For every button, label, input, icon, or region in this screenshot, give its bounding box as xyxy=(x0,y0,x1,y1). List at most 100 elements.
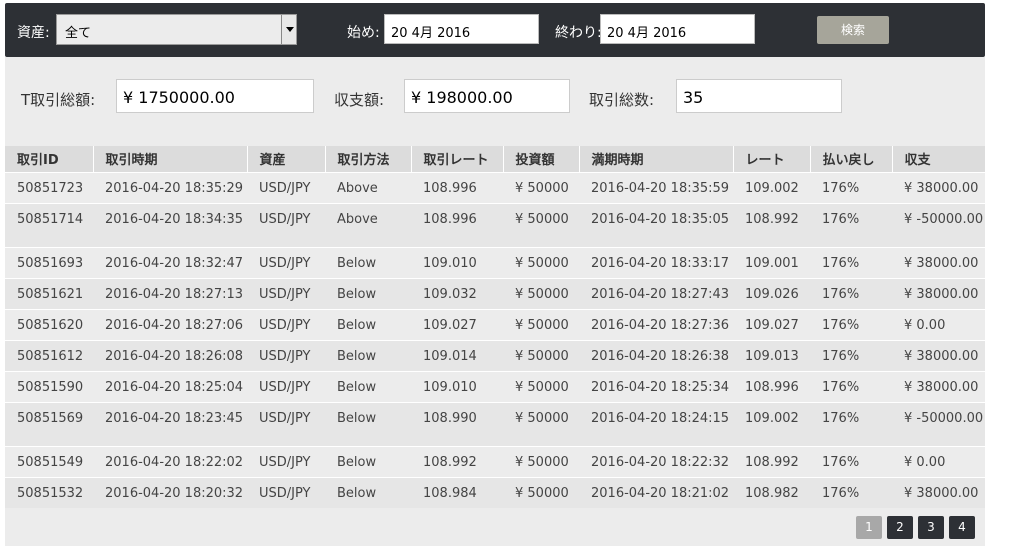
table-cell: USD/JPY xyxy=(247,246,325,278)
table-cell: ¥ 50000 xyxy=(503,401,579,446)
table-cell: 109.001 xyxy=(733,246,810,278)
table-cell: 176% xyxy=(810,445,892,477)
table-cell: USD/JPY xyxy=(247,308,325,340)
table-cell: ¥ 38000.00 xyxy=(892,246,985,278)
table-row: 50851723 2016-04-20 18:35:29 USD/JPY Above 1… xyxy=(5,171,985,203)
trade-history-table: 取引ID 取引時期 資産 取引方法 取引レート 投資額 満期時期 レート 払い戻し 収支 5085… xyxy=(5,146,985,508)
asset-select[interactable]: 全て xyxy=(56,14,297,45)
table-cell: Below xyxy=(325,339,411,371)
table-cell: 176% xyxy=(810,370,892,402)
table-cell: Above xyxy=(325,202,411,247)
table-cell: ¥ 50000 xyxy=(503,171,579,203)
column-header[interactable]: レート xyxy=(733,146,811,172)
table-cell: 108.992 xyxy=(411,445,503,477)
page-button-4[interactable]: 4 xyxy=(949,516,975,539)
table-cell: 2016-04-20 18:26:38 xyxy=(579,339,733,371)
table-cell: ¥ -50000.00 xyxy=(892,202,985,247)
column-header[interactable]: 満期時期 xyxy=(579,146,734,172)
table-cell: 176% xyxy=(810,202,892,247)
table-cell: 2016-04-20 18:26:08 xyxy=(93,339,247,371)
balance-label: 収支額: xyxy=(334,91,385,109)
filter-bar: 資産: 全て 始め: 20 4月 2016 終わり: 20 4月 2016 検索 xyxy=(5,3,985,57)
asset-select-value: 全て xyxy=(65,26,92,41)
table-cell: 2016-04-20 18:27:06 xyxy=(93,308,247,340)
column-header[interactable]: 収支 xyxy=(892,146,985,172)
table-cell: ¥ 0.00 xyxy=(892,445,985,477)
table-cell: Below xyxy=(325,476,411,508)
table-row: 50851549 2016-04-20 18:22:02 USD/JPY Below 1… xyxy=(5,445,985,477)
table-cell: 109.027 xyxy=(733,308,810,340)
summary-panel: T取引総額: ¥ 1750000.00 収支額: ¥ 198000.00 取引総… xyxy=(5,57,985,146)
asset-label: 資産: xyxy=(17,25,50,41)
end-date-input[interactable]: 20 4月 2016 xyxy=(600,14,755,44)
table-cell: 109.014 xyxy=(411,339,503,371)
table-cell: 2016-04-20 18:34:35 xyxy=(93,202,247,247)
table-cell: USD/JPY xyxy=(247,445,325,477)
table-cell: 109.002 xyxy=(733,171,810,203)
table-cell: 176% xyxy=(810,476,892,508)
table-cell: 2016-04-20 18:35:05 xyxy=(579,202,733,247)
table-cell: 2016-04-20 18:22:02 xyxy=(93,445,247,477)
trade-history-table-container: 取引ID 取引時期 資産 取引方法 取引レート 投資額 満期時期 レート 払い戻し 収支 5085… xyxy=(5,146,985,546)
total-amount-field[interactable]: ¥ 1750000.00 xyxy=(116,79,314,113)
page-button-3[interactable]: 3 xyxy=(918,516,944,539)
table-row: 50851621 2016-04-20 18:27:13 USD/JPY Below 1… xyxy=(5,277,985,309)
page-button-1[interactable]: 1 xyxy=(856,516,882,539)
table-cell: 109.010 xyxy=(411,246,503,278)
table-cell: 50851549 xyxy=(5,445,93,477)
column-header[interactable]: 資産 xyxy=(247,146,326,172)
trade-count-field[interactable]: 35 xyxy=(676,79,842,113)
table-cell: 108.990 xyxy=(411,401,503,446)
table-cell: USD/JPY xyxy=(247,202,325,247)
table-cell: ¥ 38000.00 xyxy=(892,370,985,402)
search-button[interactable]: 検索 xyxy=(817,16,889,44)
column-header[interactable]: 投資額 xyxy=(503,146,580,172)
table-cell: 176% xyxy=(810,171,892,203)
table-cell: USD/JPY xyxy=(247,339,325,371)
table-cell: USD/JPY xyxy=(247,476,325,508)
table-cell: 108.996 xyxy=(411,202,503,247)
table-cell: 2016-04-20 18:20:32 xyxy=(93,476,247,508)
column-header[interactable]: 取引ID xyxy=(5,146,94,172)
table-cell: ¥ 38000.00 xyxy=(892,476,985,508)
table-cell: 2016-04-20 18:23:45 xyxy=(93,401,247,446)
table-cell: 50851693 xyxy=(5,246,93,278)
table-cell: 2016-04-20 18:22:32 xyxy=(579,445,733,477)
table-cell: 50851621 xyxy=(5,277,93,309)
table-cell: USD/JPY xyxy=(247,277,325,309)
table-cell: 2016-04-20 18:27:43 xyxy=(579,277,733,309)
table-cell: 2016-04-20 18:25:34 xyxy=(579,370,733,402)
table-cell: 2016-04-20 18:35:59 xyxy=(579,171,733,203)
table-cell: 176% xyxy=(810,401,892,446)
table-cell: 108.992 xyxy=(733,202,810,247)
table-cell: 2016-04-20 18:21:02 xyxy=(579,476,733,508)
table-body: 50851723 2016-04-20 18:35:29 USD/JPY Above 1… xyxy=(5,171,985,508)
table-cell: Below xyxy=(325,246,411,278)
table-cell: ¥ 50000 xyxy=(503,370,579,402)
table-cell: Below xyxy=(325,401,411,446)
table-cell: 108.996 xyxy=(411,171,503,203)
column-header[interactable]: 払い戻し xyxy=(810,146,893,172)
balance-field[interactable]: ¥ 198000.00 xyxy=(404,79,570,113)
table-cell: 2016-04-20 18:27:13 xyxy=(93,277,247,309)
table-cell: 109.013 xyxy=(733,339,810,371)
table-cell: 50851532 xyxy=(5,476,93,508)
column-header[interactable]: 取引レート xyxy=(411,146,504,172)
table-cell: 176% xyxy=(810,246,892,278)
column-header[interactable]: 取引方法 xyxy=(325,146,412,172)
table-cell: USD/JPY xyxy=(247,171,325,203)
start-date-input[interactable]: 20 4月 2016 xyxy=(384,14,539,44)
table-cell: Below xyxy=(325,277,411,309)
chevron-down-icon[interactable] xyxy=(281,15,296,44)
table-cell: 108.982 xyxy=(733,476,810,508)
start-date-label: 始め: xyxy=(347,25,380,41)
table-cell: Below xyxy=(325,445,411,477)
table-header-row: 取引ID 取引時期 資産 取引方法 取引レート 投資額 満期時期 レート 払い戻し 収支 xyxy=(5,146,985,172)
page-button-2[interactable]: 2 xyxy=(887,516,913,539)
table-cell: 2016-04-20 18:33:17 xyxy=(579,246,733,278)
table-cell: 109.002 xyxy=(733,401,810,446)
table-cell: ¥ 50000 xyxy=(503,339,579,371)
column-header[interactable]: 取引時期 xyxy=(93,146,248,172)
table-row: 50851590 2016-04-20 18:25:04 USD/JPY Below 1… xyxy=(5,370,985,402)
table-cell: 50851714 xyxy=(5,202,93,247)
